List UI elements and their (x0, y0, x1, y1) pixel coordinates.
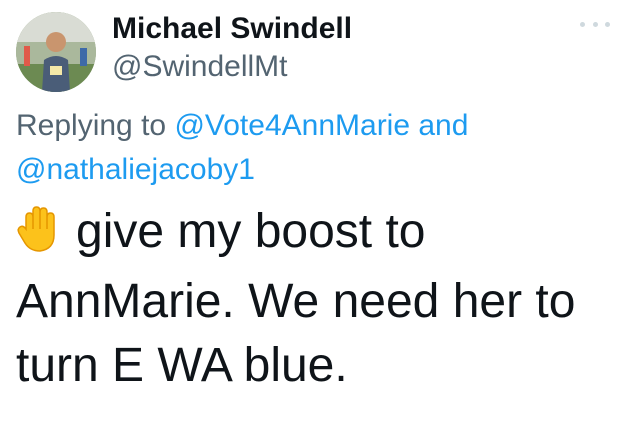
avatar[interactable] (16, 12, 96, 92)
mention-link[interactable]: @nathaliejacoby1 (16, 153, 255, 186)
raised-hand-emoji-icon (16, 205, 62, 270)
reply-conjunction: and (418, 109, 469, 142)
more-options-button[interactable] (580, 14, 610, 34)
reply-context: Replying to @Vote4AnnMarie and @nathalie… (16, 104, 596, 192)
more-options-icon (605, 21, 610, 27)
tweet-text: give my boost to AnnMarie. We need her t… (16, 200, 616, 398)
mention-link[interactable]: @Vote4AnnMarie (174, 109, 410, 142)
more-options-icon (580, 21, 585, 27)
author-handle[interactable]: @SwindellMt (112, 50, 288, 84)
reply-prefix: Replying to (16, 109, 167, 142)
profile-photo-icon (16, 12, 96, 92)
tweet-card: Michael Swindell @SwindellMt Replying to… (0, 0, 624, 424)
more-options-icon (592, 21, 598, 27)
author-name[interactable]: Michael Swindell (112, 12, 352, 46)
tweet-body: give my boost to AnnMarie. We need her t… (16, 205, 576, 392)
